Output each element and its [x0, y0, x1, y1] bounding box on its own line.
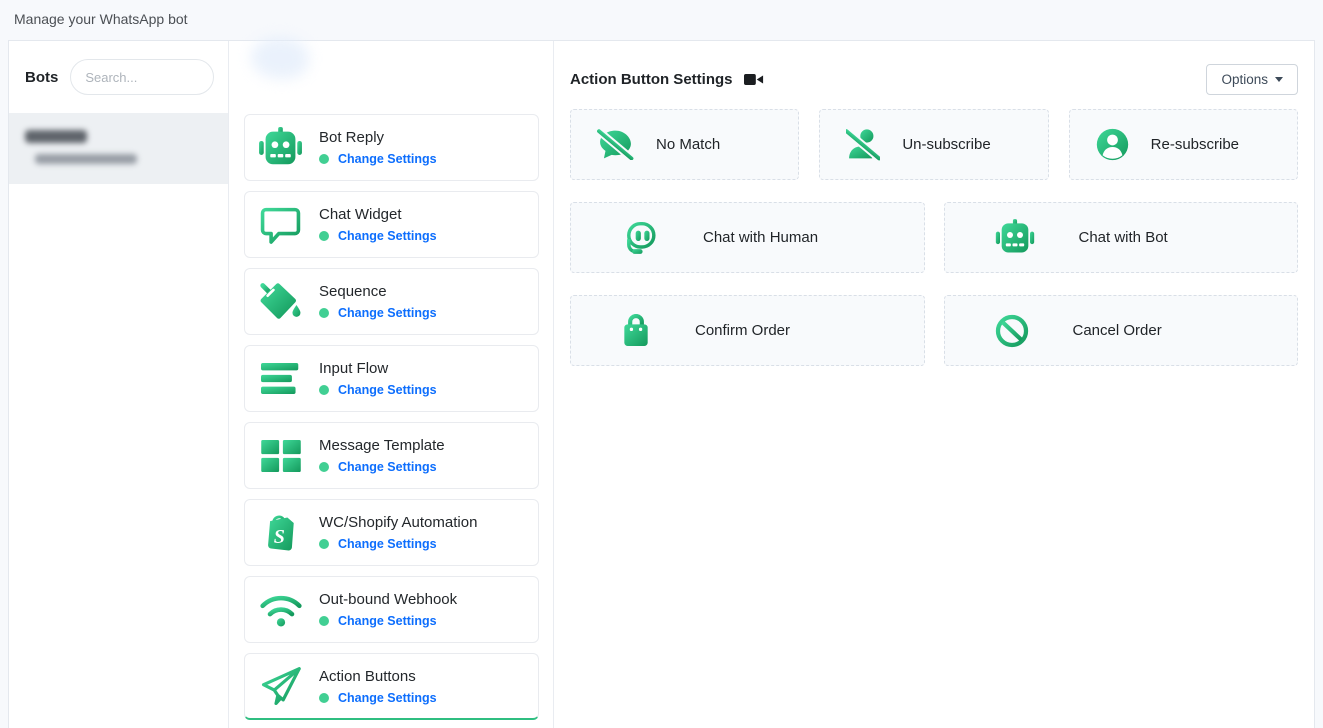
action-label: Confirm Order [695, 322, 790, 339]
paint-bucket-icon [257, 282, 304, 321]
action-label: Un-subscribe [902, 136, 990, 153]
feature-card-input-flow[interactable]: Input Flow Change Settings [244, 345, 539, 412]
headset-icon [621, 219, 659, 256]
bot-phone-redacted [35, 154, 137, 164]
chat-bubble-icon [257, 206, 304, 244]
status-dot [319, 385, 329, 395]
action-label: Cancel Order [1073, 322, 1162, 339]
options-button[interactable]: Options [1206, 64, 1298, 95]
feature-title: WC/Shopify Automation [319, 514, 477, 531]
svg-text:S: S [273, 526, 284, 548]
action-card-unsubscribe[interactable]: Un-subscribe [819, 109, 1048, 180]
action-row-3: Confirm Order Cancel Order [570, 295, 1298, 366]
chevron-down-icon [1275, 77, 1283, 82]
change-settings-link[interactable]: Change Settings [338, 229, 437, 243]
change-settings-link[interactable]: Change Settings [338, 537, 437, 551]
action-card-chat-with-bot[interactable]: Chat with Bot [944, 202, 1299, 273]
action-button-settings-panel: Action Button Settings Options [554, 41, 1314, 728]
shopping-bag-icon [621, 314, 651, 348]
feature-card-action-buttons[interactable]: Action Buttons Change Settings [244, 653, 539, 720]
action-label: Re-subscribe [1151, 136, 1239, 153]
action-row-1: No Match Un-subscribe [570, 109, 1298, 180]
bot-list-item-selected[interactable] [9, 113, 228, 184]
change-settings-link[interactable]: Change Settings [338, 306, 437, 320]
change-settings-link[interactable]: Change Settings [338, 383, 437, 397]
user-circle-icon [1096, 128, 1129, 161]
sidebar-header: Bots [9, 41, 228, 113]
shopify-icon: S [257, 513, 304, 553]
grid-squares-icon [257, 440, 304, 472]
feature-card-message-template[interactable]: Message Template Change Settings [244, 422, 539, 489]
action-card-resubscribe[interactable]: Re-subscribe [1069, 109, 1298, 180]
action-card-cancel-order[interactable]: Cancel Order [944, 295, 1299, 366]
status-dot [319, 693, 329, 703]
comment-slash-icon [597, 129, 634, 160]
bots-sidebar: Bots [9, 41, 229, 728]
feature-title: Sequence [319, 283, 437, 300]
feature-list: Bot Reply Change Settings Chat Widget Ch… [229, 41, 554, 728]
status-dot [319, 308, 329, 318]
bot-name-redacted [25, 130, 87, 143]
change-settings-link[interactable]: Change Settings [338, 614, 437, 628]
ban-icon [995, 314, 1029, 348]
bots-heading: Bots [25, 69, 58, 86]
panel-header: Action Button Settings Options [570, 63, 1298, 95]
change-settings-link[interactable]: Change Settings [338, 152, 437, 166]
feature-card-chat-widget[interactable]: Chat Widget Change Settings [244, 191, 539, 258]
main-panel: Bots [8, 40, 1315, 728]
status-dot [319, 539, 329, 549]
wifi-icon [257, 592, 304, 627]
action-label: Chat with Human [703, 229, 818, 246]
top-bar: Manage your WhatsApp bot [0, 0, 1323, 40]
feature-title: Action Buttons [319, 668, 437, 685]
feature-title: Chat Widget [319, 206, 437, 223]
feature-title: Input Flow [319, 360, 437, 377]
action-label: No Match [656, 136, 720, 153]
feature-title: Out-bound Webhook [319, 591, 457, 608]
action-card-no-match[interactable]: No Match [570, 109, 799, 180]
status-dot [319, 231, 329, 241]
feature-card-outbound-webhook[interactable]: Out-bound Webhook Change Settings [244, 576, 539, 643]
options-label: Options [1221, 72, 1268, 87]
status-dot [319, 616, 329, 626]
status-dot [319, 154, 329, 164]
change-settings-link[interactable]: Change Settings [338, 460, 437, 474]
page-title: Manage your WhatsApp bot [14, 11, 188, 27]
paper-plane-icon [257, 666, 304, 707]
panel-title: Action Button Settings [570, 71, 732, 88]
feature-card-bot-reply[interactable]: Bot Reply Change Settings [244, 114, 539, 181]
list-bars-icon [257, 363, 304, 394]
status-dot [319, 462, 329, 472]
change-settings-link[interactable]: Change Settings [338, 691, 437, 705]
user-slash-icon [846, 128, 880, 161]
robot-icon [257, 127, 304, 168]
action-label: Chat with Bot [1079, 229, 1168, 246]
feature-card-sequence[interactable]: Sequence Change Settings [244, 268, 539, 335]
action-card-chat-with-human[interactable]: Chat with Human [570, 202, 925, 273]
robot-icon [995, 219, 1035, 256]
action-row-2: Chat with Human Chat with Bot [570, 202, 1298, 273]
action-card-confirm-order[interactable]: Confirm Order [570, 295, 925, 366]
video-camera-icon[interactable] [744, 73, 764, 86]
feature-card-shopify-automation[interactable]: S WC/Shopify Automation Change Settings [244, 499, 539, 566]
feature-title: Message Template [319, 437, 445, 454]
feature-title: Bot Reply [319, 129, 437, 146]
blurred-avatar-blob [251, 37, 309, 79]
search-input[interactable] [70, 59, 214, 95]
